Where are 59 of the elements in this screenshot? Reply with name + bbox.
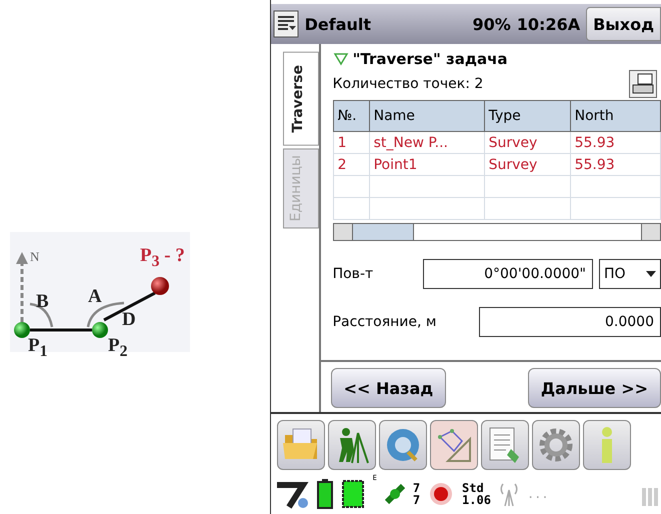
- horizontal-scrollbar[interactable]: [332, 223, 661, 241]
- exit-button[interactable]: Выход: [586, 7, 661, 41]
- column-header[interactable]: Name: [369, 100, 484, 132]
- side-tab[interactable]: Traverse: [282, 52, 319, 146]
- diagram-label: P$_{1}$: [28, 336, 48, 360]
- caret-icon: [646, 271, 656, 277]
- diagram-label: N: [30, 250, 40, 263]
- table-cell: Point1: [369, 154, 484, 176]
- direction-dropdown[interactable]: ПО: [599, 259, 661, 289]
- field-label: Пов-т: [332, 266, 374, 282]
- field-label: Расстояние, м: [332, 314, 438, 330]
- toolbar-button[interactable]: [276, 420, 325, 470]
- solution-type: Std: [462, 482, 485, 494]
- toolbar-button[interactable]: [378, 420, 427, 470]
- gear-icon: [536, 426, 575, 464]
- triangle-icon: [332, 52, 349, 66]
- table-cell: Survey: [484, 154, 570, 176]
- next-button[interactable]: Дальше >>: [528, 368, 661, 408]
- diagram-label: A: [88, 287, 102, 306]
- task-title: "Traverse" задача: [352, 50, 508, 68]
- table-cell: Survey: [484, 132, 570, 154]
- column-header[interactable]: Type: [484, 100, 570, 132]
- column-header[interactable]: №.: [333, 100, 370, 132]
- table-cell: 55.93: [570, 154, 660, 176]
- input-field[interactable]: 0.0000: [478, 307, 661, 337]
- diagram-label: D: [122, 310, 136, 329]
- status-light-icon: [428, 481, 454, 507]
- north-arrow: [16, 252, 28, 322]
- baseline: [30, 328, 92, 332]
- profile-name: Default: [304, 14, 372, 34]
- memory-chip-icon: [340, 479, 365, 509]
- input-field[interactable]: 0°00'00.0000": [422, 259, 593, 289]
- battery-icon: [316, 479, 333, 509]
- toolbar-button[interactable]: [582, 420, 631, 470]
- table-cell: 55.93: [570, 132, 660, 154]
- satellite-count: 7: [412, 494, 420, 506]
- point-count: Количество точек: 2: [332, 76, 484, 92]
- precision-value: 1.06: [462, 494, 491, 506]
- table-cell: 1: [333, 132, 370, 154]
- toolbar-button[interactable]: [328, 420, 376, 470]
- toolbar-button[interactable]: [532, 420, 580, 470]
- more-indicator: ...: [526, 487, 549, 501]
- diagram-label: P$_{2}$: [108, 336, 128, 360]
- clock-time: 10:26A: [516, 14, 580, 34]
- satellite-count: 7: [412, 482, 420, 494]
- table-cell: st_New P...: [369, 132, 484, 154]
- toolbar-button[interactable]: [430, 420, 478, 470]
- battery-percent: 90%: [472, 14, 511, 34]
- table-cell: 2: [333, 154, 370, 176]
- point-marker: [92, 322, 108, 338]
- toolbar-button[interactable]: [480, 420, 529, 470]
- diagram-label: B: [36, 292, 49, 311]
- point-marker: [14, 322, 30, 338]
- back-button[interactable]: << Назад: [330, 368, 446, 408]
- diagram-label: P$_{3}$ - ?: [140, 246, 185, 270]
- menu-icon[interactable]: [272, 9, 299, 39]
- column-header[interactable]: North: [570, 100, 660, 132]
- target-point-marker: [151, 277, 169, 295]
- satellite-icon: [384, 482, 405, 506]
